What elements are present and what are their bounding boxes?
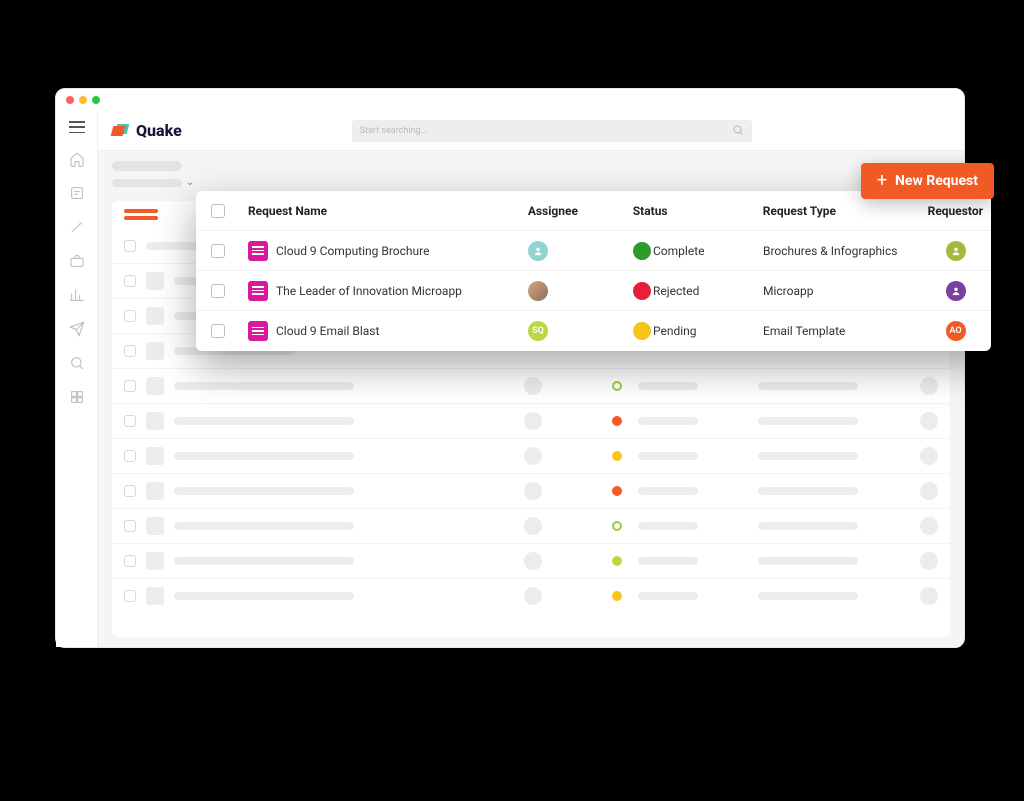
search-icon bbox=[732, 124, 744, 136]
request-type: Brochures & Infographics bbox=[755, 244, 920, 258]
row-checkbox[interactable] bbox=[211, 284, 225, 298]
checkbox[interactable] bbox=[124, 555, 136, 567]
checkbox[interactable] bbox=[124, 590, 136, 602]
select-all-checkbox[interactable] bbox=[211, 204, 225, 218]
checkbox[interactable] bbox=[124, 520, 136, 532]
window-close-icon[interactable] bbox=[66, 96, 74, 104]
status-indicator-icon bbox=[612, 556, 622, 566]
new-request-label: New Request bbox=[895, 173, 978, 189]
checkbox[interactable] bbox=[124, 345, 136, 357]
document-icon bbox=[248, 241, 268, 261]
col-status[interactable]: Status bbox=[625, 204, 755, 218]
page-header: ⌄ bbox=[98, 151, 964, 192]
checkbox[interactable] bbox=[124, 380, 136, 392]
requestor-avatar[interactable] bbox=[946, 281, 966, 301]
topbar: Quake Start searching... bbox=[98, 111, 964, 151]
search-input[interactable]: Start searching... bbox=[352, 120, 752, 142]
placeholder-row bbox=[112, 543, 950, 578]
status-indicator-icon bbox=[612, 521, 622, 531]
wand-icon[interactable] bbox=[69, 219, 85, 235]
placeholder-row bbox=[112, 473, 950, 508]
status-indicator-icon bbox=[612, 451, 622, 461]
checkbox[interactable] bbox=[124, 485, 136, 497]
request-name: The Leader of Innovation Microapp bbox=[276, 284, 462, 298]
assignee-avatar[interactable]: SQ bbox=[528, 321, 548, 341]
status-label: Complete bbox=[653, 244, 705, 258]
briefcase-icon[interactable] bbox=[69, 253, 85, 269]
window-titlebar bbox=[56, 89, 964, 111]
chart-icon[interactable] bbox=[69, 287, 85, 303]
col-name[interactable]: Request Name bbox=[240, 204, 520, 218]
request-name: Cloud 9 Email Blast bbox=[276, 324, 379, 338]
grid-icon[interactable] bbox=[69, 389, 85, 405]
placeholder-row bbox=[112, 578, 950, 613]
app-window: Quake Start searching... ⌄ bbox=[55, 88, 965, 648]
new-request-button[interactable]: + New Request bbox=[861, 163, 994, 199]
table-row[interactable]: Cloud 9 Computing Brochure Complete Brochu… bbox=[196, 231, 991, 271]
status-label: Rejected bbox=[653, 284, 699, 298]
status-indicator-icon bbox=[612, 591, 622, 601]
placeholder-row bbox=[112, 403, 950, 438]
home-icon[interactable] bbox=[69, 151, 85, 167]
status-indicator-icon bbox=[612, 381, 622, 391]
search-nav-icon[interactable] bbox=[69, 355, 85, 371]
col-requestor[interactable]: Requestor bbox=[920, 204, 991, 218]
table-row[interactable]: Cloud 9 Email Blast SQ Pending Email Templa… bbox=[196, 311, 991, 351]
col-assignee[interactable]: Assignee bbox=[520, 204, 625, 218]
request-name: Cloud 9 Computing Brochure bbox=[276, 244, 429, 258]
status-dot-icon bbox=[633, 282, 651, 300]
status-label: Pending bbox=[653, 324, 697, 338]
brand-name: Quake bbox=[136, 121, 182, 140]
assignee-avatar[interactable] bbox=[528, 281, 548, 301]
placeholder-row bbox=[112, 438, 950, 473]
document-icon bbox=[248, 281, 268, 301]
plus-icon: + bbox=[877, 174, 887, 188]
page-title-placeholder bbox=[112, 161, 182, 171]
menu-icon[interactable] bbox=[69, 121, 85, 133]
logo-mark-icon bbox=[112, 124, 130, 138]
chevron-down-icon: ⌄ bbox=[186, 177, 194, 188]
requestor-avatar[interactable] bbox=[946, 241, 966, 261]
search-placeholder: Start searching... bbox=[360, 126, 428, 136]
checkbox[interactable] bbox=[124, 450, 136, 462]
checkbox[interactable] bbox=[124, 415, 136, 427]
note-icon[interactable] bbox=[69, 185, 85, 201]
table-row[interactable]: The Leader of Innovation Microapp Rejecte… bbox=[196, 271, 991, 311]
checkbox[interactable] bbox=[124, 310, 136, 322]
request-type: Microapp bbox=[755, 284, 920, 298]
placeholder-row bbox=[112, 508, 950, 543]
status-indicator-icon bbox=[612, 486, 622, 496]
send-icon[interactable] bbox=[69, 321, 85, 337]
document-icon bbox=[248, 321, 268, 341]
assignee-avatar[interactable] bbox=[528, 241, 548, 261]
requestor-avatar[interactable]: AO bbox=[946, 321, 966, 341]
status-indicator-icon bbox=[612, 416, 622, 426]
brand-logo[interactable]: Quake bbox=[112, 121, 182, 140]
placeholder-row bbox=[112, 368, 950, 403]
window-minimize-icon[interactable] bbox=[79, 96, 87, 104]
row-checkbox[interactable] bbox=[211, 244, 225, 258]
request-type: Email Template bbox=[755, 324, 920, 338]
sidebar bbox=[56, 111, 98, 647]
window-maximize-icon[interactable] bbox=[92, 96, 100, 104]
checkbox[interactable] bbox=[124, 275, 136, 287]
row-checkbox[interactable] bbox=[211, 324, 225, 338]
breadcrumb-placeholder[interactable]: ⌄ bbox=[112, 177, 950, 188]
checkbox[interactable] bbox=[124, 240, 136, 252]
status-dot-icon bbox=[633, 242, 651, 260]
col-type[interactable]: Request Type bbox=[755, 204, 920, 218]
status-dot-icon bbox=[633, 322, 651, 340]
requests-table: Request Name Assignee Status Request Typ… bbox=[196, 191, 991, 351]
